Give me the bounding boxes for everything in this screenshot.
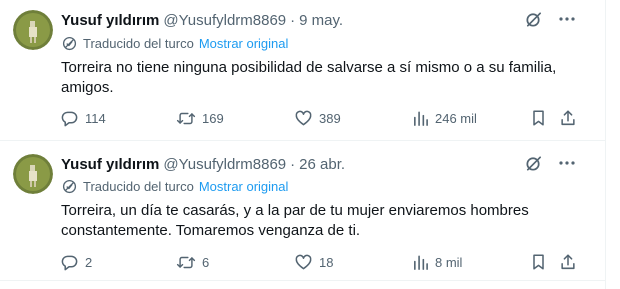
retweet-count: 6	[202, 254, 210, 270]
bookmark-button[interactable]	[530, 107, 547, 129]
retweet-button[interactable]: 6	[176, 251, 209, 273]
show-original-link[interactable]: Mostrar original	[199, 179, 289, 194]
share-icon	[561, 110, 575, 126]
reply-icon	[61, 111, 78, 126]
views-count: 8 mil	[435, 254, 463, 270]
translated-from-label: Traducido del turco	[83, 35, 194, 51]
views-button[interactable]: 246 mil	[412, 107, 477, 129]
tweet-top-icons	[523, 9, 577, 29]
like-count: 389	[319, 110, 341, 126]
share-button[interactable]	[559, 251, 577, 273]
avatar[interactable]	[13, 10, 53, 50]
reply-icon	[61, 255, 78, 270]
tweet-feed: Yusuf yıldırım @Yusufyldrm8869 · 9 may.	[0, 0, 620, 289]
tweet-header: Yusuf yıldırım @Yusufyldrm8869 · 9 may.	[61, 9, 343, 31]
heart-icon	[295, 110, 312, 125]
tweet-actions: 2 6 18 8 mil	[56, 251, 586, 273]
grok-slash-icon[interactable]	[523, 153, 543, 173]
like-button[interactable]: 389	[294, 107, 341, 129]
tweet[interactable]: Yusuf yıldırım @Yusufyldrm8869 · 9 may.	[0, 0, 605, 141]
tweet-header: Yusuf yıldırım @Yusufyldrm8869 · 26 abr.	[61, 153, 345, 175]
translated-from-label: Traducido del turco	[83, 178, 194, 194]
tweet-text: Torreira no tiene ninguna posibilidad de…	[61, 59, 557, 96]
retweet-button[interactable]: 169	[176, 107, 224, 129]
translation-notice: Traducido del turco Mostrar original	[62, 34, 288, 52]
author-handle[interactable]: @Yusufyldrm8869	[163, 12, 286, 29]
tweet-actions: 114 169 389 246 mil	[56, 107, 586, 129]
reply-count: 2	[85, 254, 93, 270]
tweet-date[interactable]: 9 may.	[299, 12, 343, 29]
grok-slash-icon[interactable]	[523, 9, 543, 29]
retweet-icon	[176, 256, 196, 268]
more-options-icon[interactable]	[557, 9, 577, 29]
heart-icon	[295, 254, 312, 269]
bookmark-icon	[533, 254, 544, 270]
bookmark-button[interactable]	[530, 251, 547, 273]
more-options-icon[interactable]	[557, 153, 577, 173]
tweet-date[interactable]: 26 abr.	[299, 156, 345, 173]
share-icon	[561, 254, 575, 270]
tweet-text: Torreira, un día te casarás, y a la par …	[61, 202, 529, 239]
author-name[interactable]: Yusuf yıldırım	[61, 156, 159, 173]
globe-translate-icon	[62, 36, 77, 51]
tweet-top-icons	[523, 153, 577, 173]
globe-translate-icon	[62, 179, 77, 194]
separator-dot: ·	[290, 155, 296, 173]
show-original-link[interactable]: Mostrar original	[199, 36, 289, 51]
reply-button[interactable]: 114	[60, 107, 106, 129]
bookmark-icon	[533, 110, 544, 126]
column-border	[605, 0, 606, 289]
author-handle[interactable]: @Yusufyldrm8869	[163, 156, 286, 173]
views-count: 246 mil	[435, 110, 477, 126]
views-chart-icon	[414, 255, 428, 270]
retweet-icon	[176, 112, 196, 124]
views-chart-icon	[414, 111, 428, 126]
translation-notice: Traducido del turco Mostrar original	[62, 177, 288, 195]
like-button[interactable]: 18	[294, 251, 333, 273]
share-button[interactable]	[559, 107, 577, 129]
author-name[interactable]: Yusuf yıldırım	[61, 12, 159, 29]
separator-dot: ·	[290, 11, 296, 29]
retweet-count: 169	[202, 110, 224, 126]
reply-button[interactable]: 2	[60, 251, 92, 273]
views-button[interactable]: 8 mil	[412, 251, 462, 273]
avatar[interactable]	[13, 154, 53, 194]
reply-count: 114	[85, 110, 106, 126]
like-count: 18	[319, 254, 334, 270]
tweet[interactable]: Yusuf yıldırım @Yusufyldrm8869 · 26 abr.	[0, 141, 605, 281]
